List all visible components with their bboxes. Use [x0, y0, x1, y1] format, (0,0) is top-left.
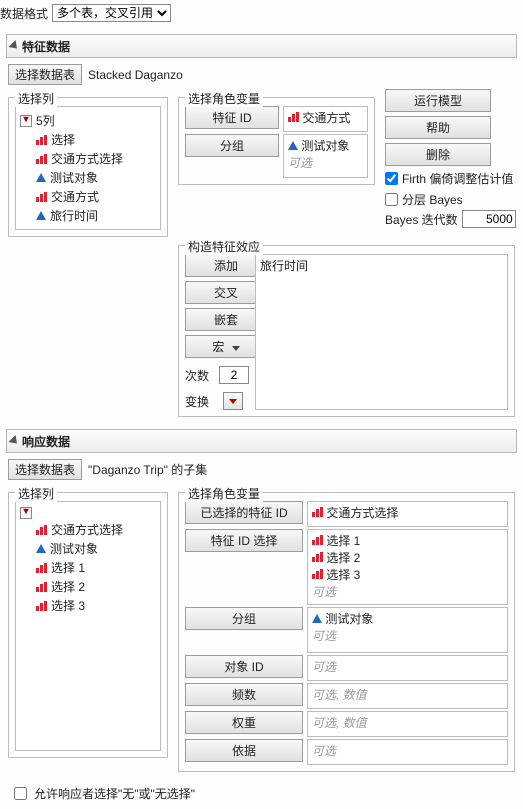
list-item[interactable]: 选择 — [20, 130, 156, 149]
bars-icon — [36, 563, 47, 573]
response-section-title: 响应数据 — [22, 433, 70, 450]
list-item[interactable]: 交通方式选择 — [20, 520, 156, 539]
feature-section-title: 特征数据 — [22, 38, 70, 55]
delete-button[interactable]: 删除 — [385, 143, 491, 166]
list-item[interactable]: 旅行时间 — [20, 206, 156, 225]
list-item[interactable]: 选择 3 — [20, 596, 156, 615]
list-item[interactable]: 交通方式选择 — [20, 149, 156, 168]
response-col-list[interactable]: ▾ 交通方式选择测试对象选择 1选择 2选择 3 — [15, 501, 161, 751]
run-model-button[interactable]: 运行模型 — [385, 89, 491, 112]
response-section-header[interactable]: 响应数据 — [6, 429, 517, 453]
triangle-icon — [36, 173, 46, 182]
construct-effects-frame: 构造特征效应 添加 交叉 嵌套 宏 次数 — [178, 245, 515, 417]
feature-actions: 运行模型 帮助 删除 — [385, 89, 515, 166]
freq-button[interactable]: 频数 — [185, 683, 303, 706]
response-section: 响应数据 选择数据表 "Daganzo Trip" 的子集 选择列 ▾ 交通方式… — [6, 429, 517, 774]
list-item[interactable]: 测试对象 — [20, 168, 156, 187]
bars-icon — [312, 552, 323, 562]
disclose-icon — [8, 435, 20, 447]
data-format-select[interactable]: 多个表，交叉引用 — [52, 4, 171, 22]
feature-select-cols-frame: 选择列 ▾ 5列 选择交通方式选择测试对象交通方式旅行时间 — [8, 97, 168, 237]
help-button[interactable]: 帮助 — [385, 116, 491, 139]
feature-cols-header[interactable]: ▾ 5列 — [20, 111, 156, 130]
data-format-row: 数据格式 多个表，交叉引用 — [0, 0, 523, 28]
firth-checkbox-row[interactable]: Firth 偏倚调整估计值 — [385, 170, 515, 187]
by-button[interactable]: 依据 — [185, 739, 303, 762]
tree-toggle-icon[interactable]: ▾ — [20, 115, 32, 127]
response-group-value[interactable]: 测试对象 可选 — [307, 607, 508, 653]
freq-value[interactable]: 可选, 数值 — [307, 683, 508, 709]
feature-group-button[interactable]: 分组 — [185, 134, 279, 157]
chevron-down-icon — [229, 399, 237, 404]
weight-button[interactable]: 权重 — [185, 711, 303, 734]
selected-feature-id-value[interactable]: 交通方式选择 — [307, 501, 508, 527]
object-id-value[interactable]: 可选 — [307, 655, 508, 681]
bars-icon — [36, 525, 47, 535]
tree-toggle-icon[interactable]: ▾ — [20, 507, 32, 519]
response-role-frame: 选择角色变量 已选择的特征 ID 交通方式选择 特征 ID 选择 — [178, 492, 515, 772]
disclose-icon — [8, 40, 20, 52]
firth-checkbox[interactable] — [385, 172, 398, 185]
feature-section-header[interactable]: 特征数据 — [6, 34, 517, 58]
transform-dropdown[interactable] — [223, 392, 243, 410]
feature-select-cols-legend: 选择列 — [15, 90, 57, 107]
feature-id-value[interactable]: 交通方式 — [283, 106, 368, 132]
feature-col-list[interactable]: ▾ 5列 选择交通方式选择测试对象交通方式旅行时间 — [15, 106, 161, 230]
feature-select-table-button[interactable]: 选择数据表 — [8, 64, 82, 85]
feature-table-name: Stacked Daganzo — [88, 68, 183, 82]
triangle-icon — [288, 141, 298, 150]
bars-icon — [312, 507, 323, 517]
triangle-icon — [36, 211, 46, 220]
response-cols-header[interactable]: ▾ — [20, 506, 156, 520]
response-select-cols-frame: 选择列 ▾ 交通方式选择测试对象选择 1选择 2选择 3 — [8, 492, 168, 758]
feature-role-legend: 选择角色变量 — [185, 90, 263, 107]
bars-icon — [36, 154, 47, 164]
weight-value[interactable]: 可选, 数值 — [307, 711, 508, 737]
triangle-icon — [36, 544, 46, 553]
triangle-icon — [312, 614, 322, 623]
by-value[interactable]: 可选 — [307, 739, 508, 765]
feature-group-value[interactable]: 测试对象 可选 — [283, 134, 368, 178]
count-input[interactable] — [219, 366, 249, 384]
bayes-iter-input[interactable] — [462, 210, 516, 228]
selected-feature-id-button[interactable]: 已选择的特征 ID — [185, 501, 303, 524]
response-select-cols-legend: 选择列 — [15, 485, 57, 502]
list-item[interactable]: 测试对象 — [20, 539, 156, 558]
list-item[interactable]: 选择 2 — [20, 577, 156, 596]
bars-icon — [36, 192, 47, 202]
bars-icon — [312, 535, 323, 545]
bayes-iter-label: Bayes 迭代数 — [385, 211, 458, 228]
data-format-label: 数据格式 — [0, 5, 48, 22]
list-item[interactable]: 选择 1 — [20, 558, 156, 577]
bars-icon — [36, 601, 47, 611]
transform-label: 变换 — [185, 393, 217, 410]
response-table-name: "Daganzo Trip" 的子集 — [88, 461, 207, 478]
allow-none-row[interactable]: 允许响应者选择"无"或"无选择" — [10, 784, 513, 803]
count-label: 次数 — [185, 367, 213, 384]
list-item[interactable]: 交通方式 — [20, 187, 156, 206]
bayes-checkbox-row[interactable]: 分层 Bayes — [385, 191, 515, 208]
list-item[interactable]: 选择 1 — [312, 532, 503, 549]
feature-id-button[interactable]: 特征 ID — [185, 106, 279, 129]
bars-icon — [36, 135, 47, 145]
response-group-button[interactable]: 分组 — [185, 607, 303, 630]
bars-icon — [36, 582, 47, 592]
response-select-table-button[interactable]: 选择数据表 — [8, 459, 82, 480]
object-id-button[interactable]: 对象 ID — [185, 655, 303, 678]
bayes-checkbox[interactable] — [385, 193, 398, 206]
feature-section: 特征数据 选择数据表 Stacked Daganzo 选择列 ▾ 5列 选择交通… — [6, 34, 517, 419]
bars-icon — [312, 569, 323, 579]
response-role-legend: 选择角色变量 — [185, 485, 263, 502]
effects-list[interactable]: 旅行时间 — [255, 254, 508, 410]
allow-none-checkbox[interactable] — [14, 787, 27, 800]
list-item[interactable]: 选择 2 — [312, 549, 503, 566]
feature-id-choice-values[interactable]: 选择 1 选择 2 选择 3 可选 — [307, 529, 508, 605]
bars-icon — [288, 112, 299, 122]
feature-role-frame: 选择角色变量 特征 ID 交通方式 分组 — [178, 97, 375, 185]
feature-id-choice-button[interactable]: 特征 ID 选择 — [185, 529, 303, 552]
construct-effects-legend: 构造特征效应 — [185, 238, 263, 255]
list-item[interactable]: 选择 3 — [312, 566, 503, 583]
chevron-down-icon — [232, 346, 240, 351]
